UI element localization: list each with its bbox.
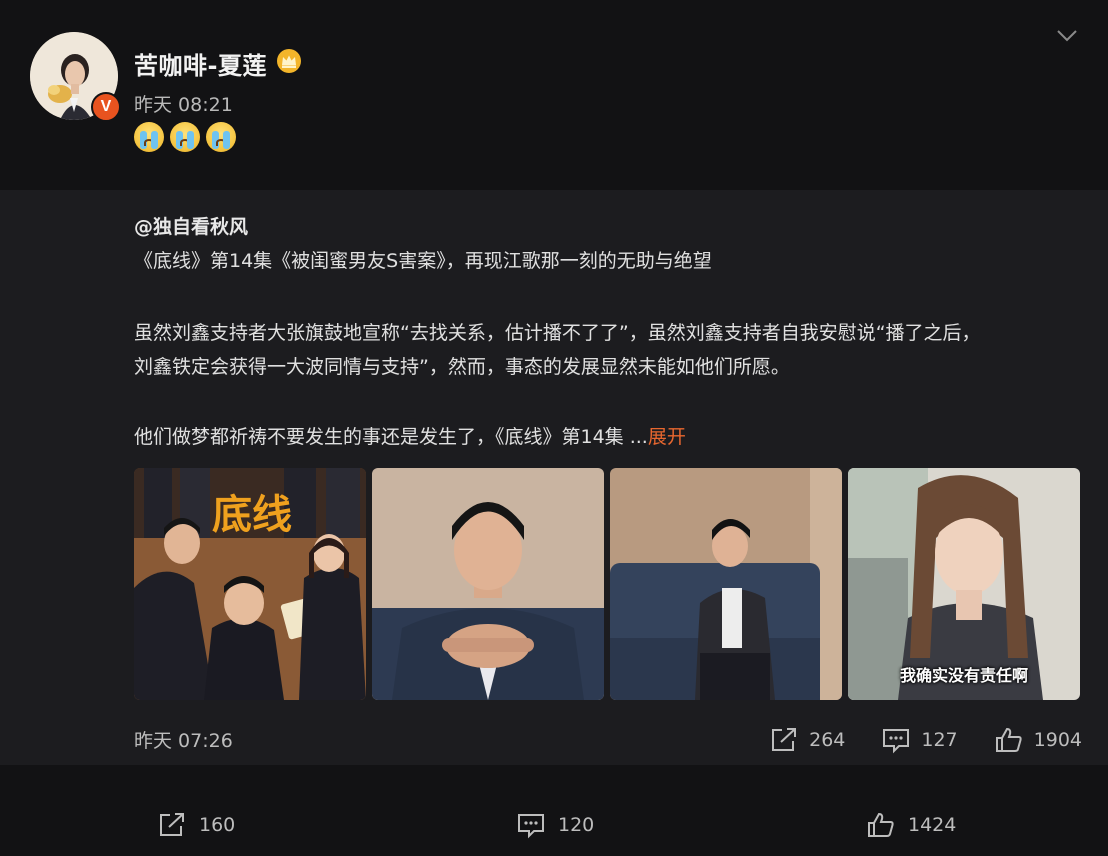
share-count: 160 <box>199 814 236 836</box>
repost-text-line: 《底线》第14集《被闺蜜男友S害案》，再现江歌那一刻的无助与绝望 <box>134 250 712 272</box>
repost-text-line: 虽然刘鑫支持者大张旗鼓地宣称“去找关系，估计播不了了”，虽然刘鑫支持者自我安慰说… <box>134 322 981 344</box>
repost-comment-button[interactable]: 127 <box>881 726 958 754</box>
share-button[interactable]: 160 <box>157 811 235 839</box>
like-button[interactable]: 1424 <box>866 811 956 839</box>
verified-badge: V <box>91 92 121 122</box>
share-icon <box>772 728 797 751</box>
comment-button[interactable]: 120 <box>516 811 594 839</box>
post-time: 昨天 08:21 <box>134 94 233 116</box>
crying-emoji-icon <box>206 122 236 152</box>
share-icon <box>160 813 184 836</box>
thumbs-up-icon <box>868 812 894 837</box>
poster-title: 底线 <box>212 491 292 538</box>
like-count: 1424 <box>908 814 957 836</box>
image-thumbnail[interactable] <box>372 468 604 700</box>
emoji-row <box>134 122 236 152</box>
crying-emoji-icon <box>170 122 200 152</box>
repost-share-button[interactable]: 264 <box>769 726 845 754</box>
thumbs-up-icon <box>995 727 1022 752</box>
expand-link[interactable]: 展开 <box>648 426 686 448</box>
crying-emoji-icon <box>134 122 164 152</box>
repost-time: 昨天 07:26 <box>134 730 233 752</box>
weibo-post: V 苦咖啡-夏莲 昨天 08:21 @独自看秋风 《底线》第14集《被闺蜜男友S… <box>0 0 1108 856</box>
comment-icon <box>883 729 910 754</box>
repost-text-tail: 他们做梦都祈祷不要发生的事还是发生了，《底线》第14集 ... <box>134 426 648 448</box>
post-header: V 苦咖啡-夏莲 昨天 08:21 <box>0 0 1108 190</box>
comment-count: 127 <box>921 729 958 751</box>
post-actions: 160 120 1424 <box>0 765 1108 856</box>
comment-icon <box>518 814 544 839</box>
image-grid: 底线 我确实没有责任啊 <box>134 468 1084 700</box>
username[interactable]: 苦咖啡-夏莲 <box>134 46 267 81</box>
repost-like-button[interactable]: 1904 <box>994 726 1082 754</box>
image-thumbnail[interactable]: 底线 <box>134 468 366 700</box>
crown-icon <box>277 49 301 73</box>
share-count: 264 <box>809 729 846 751</box>
repost-text-line: 他们做梦都祈祷不要发生的事还是发生了，《底线》第14集 ...展开 <box>134 422 686 449</box>
like-count: 1904 <box>1033 729 1082 751</box>
repost-card[interactable]: @独自看秋风 《底线》第14集《被闺蜜男友S害案》，再现江歌那一刻的无助与绝望 … <box>0 190 1108 765</box>
image-thumbnail[interactable]: 我确实没有责任啊 <box>848 468 1080 700</box>
comment-count: 120 <box>558 814 595 836</box>
chevron-down-icon[interactable] <box>1055 26 1079 46</box>
image-caption: 我确实没有责任啊 <box>899 666 1028 685</box>
repost-author[interactable]: @独自看秋风 <box>134 212 248 239</box>
repost-actions: 264 127 1904 <box>769 726 1082 754</box>
image-thumbnail[interactable] <box>610 468 842 700</box>
repost-text-line: 刘鑫铁定会获得一大波同情与支持”，然而，事态的发展显然未能如他们所愿。 <box>134 356 790 378</box>
